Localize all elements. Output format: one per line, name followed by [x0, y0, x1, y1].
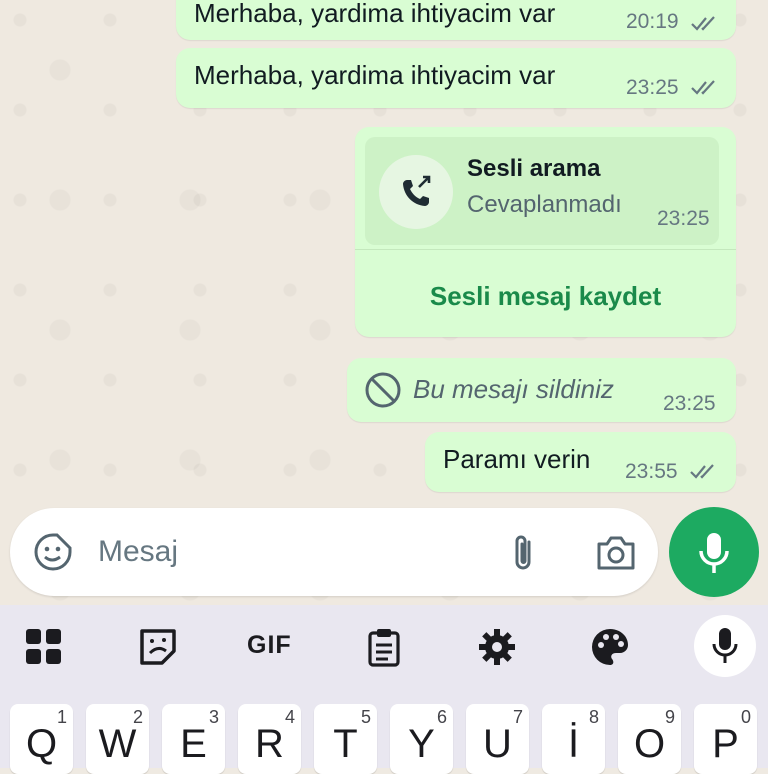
key-letter: O — [633, 722, 666, 766]
keyboard-voice-button[interactable] — [694, 615, 756, 677]
microphone-icon — [699, 533, 729, 573]
double-check-icon — [690, 464, 714, 479]
key-o[interactable]: 9 O — [618, 704, 681, 774]
block-icon — [365, 372, 401, 408]
call-bubble[interactable]: Sesli arama Cevaplanmadı 23:25 Sesli mes… — [355, 127, 736, 337]
key-letter: W — [98, 722, 137, 766]
message-input-bar[interactable]: Mesaj — [10, 508, 658, 596]
key-letter: Q — [25, 722, 58, 766]
key-letter: R — [255, 722, 284, 766]
key-u[interactable]: 7 U — [466, 704, 529, 774]
deleted-message-text: Bu mesajı sildiniz — [413, 374, 614, 404]
key-letter: T — [333, 722, 358, 766]
settings-icon[interactable] — [477, 627, 517, 667]
double-check-icon — [691, 80, 715, 95]
message-time: 23:55 — [625, 460, 678, 483]
key-t[interactable]: 5 T — [314, 704, 377, 774]
key-letter: Y — [408, 722, 435, 766]
message-text: Merhaba, yardima ihtiyacim var — [194, 0, 556, 28]
message-bubble[interactable]: Merhaba, yardima ihtiyacim var 20:19 — [176, 0, 736, 40]
call-title: Sesli arama — [467, 155, 601, 182]
gif-button[interactable]: GIF — [247, 631, 292, 660]
deleted-message-bubble[interactable]: Bu mesajı sildiniz 23:25 — [347, 358, 736, 422]
sticker-icon[interactable] — [138, 627, 178, 667]
clipboard-icon[interactable] — [364, 627, 404, 667]
key-w[interactable]: 2 W — [86, 704, 149, 774]
missed-outgoing-call-icon — [403, 175, 431, 206]
key-r[interactable]: 4 R — [238, 704, 301, 774]
divider — [355, 249, 736, 250]
message-bubble[interactable]: Merhaba, yardima ihtiyacim var 23:25 — [176, 48, 736, 108]
key-letter: P — [712, 722, 739, 766]
double-check-icon — [691, 16, 715, 31]
call-info[interactable]: Sesli arama Cevaplanmadı 23:25 — [365, 137, 719, 245]
microphone-icon — [712, 628, 738, 663]
key-p[interactable]: 0 P — [694, 704, 757, 774]
record-voice-message-button[interactable]: Sesli mesaj kaydet — [355, 281, 736, 312]
voice-record-button[interactable] — [669, 507, 759, 597]
apps-grid-icon[interactable] — [24, 627, 64, 667]
key-letter: U — [483, 722, 512, 766]
message-text: Paramı verin — [443, 444, 591, 474]
call-icon-circle — [379, 155, 453, 229]
message-bubble[interactable]: Paramı verin 23:55 — [425, 432, 736, 492]
palette-icon[interactable] — [590, 627, 630, 667]
key-letter: İ — [567, 722, 580, 766]
paperclip-icon[interactable] — [509, 532, 539, 574]
key-letter: E — [180, 722, 207, 766]
message-text: Merhaba, yardima ihtiyacim var — [194, 60, 556, 90]
message-time: 23:25 — [626, 76, 679, 99]
key-i-dotted[interactable]: 8 İ — [542, 704, 605, 774]
chat-area: Merhaba, yardima ihtiyacim var 20:19 Mer… — [0, 0, 768, 605]
key-y[interactable]: 6 Y — [390, 704, 453, 774]
sticker-icon[interactable] — [32, 531, 74, 573]
call-status: Cevaplanmadı — [467, 191, 622, 218]
message-input[interactable]: Mesaj — [98, 535, 178, 569]
message-time: 20:19 — [626, 10, 679, 33]
key-q[interactable]: 1 Q — [10, 704, 73, 774]
key-e[interactable]: 3 E — [162, 704, 225, 774]
camera-icon[interactable] — [595, 534, 637, 572]
call-time: 23:25 — [657, 207, 710, 230]
message-time: 23:25 — [663, 392, 716, 415]
